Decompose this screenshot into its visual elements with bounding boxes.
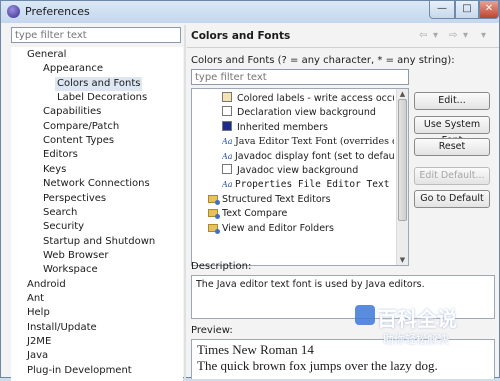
- use-system-font-button[interactable]: Use System Font: [414, 116, 490, 146]
- tree-item[interactable]: Startup and Shutdown: [43, 235, 155, 249]
- tree-item[interactable]: General: [27, 48, 66, 62]
- list-item-label: Javadoc view background: [237, 165, 359, 176]
- list-item-label: Structured Text Editors: [222, 193, 331, 205]
- description-text: The Java editor text font is used by Jav…: [196, 279, 425, 290]
- color-swatch-icon: [222, 120, 232, 131]
- list-item[interactable]: View and Editor Folders: [208, 222, 394, 236]
- color-swatch-icon: [222, 164, 232, 174]
- color-swatch-icon: [222, 92, 232, 102]
- tree-filter-input[interactable]: [11, 27, 181, 43]
- tree-item[interactable]: Compare/Patch: [43, 120, 119, 134]
- edit-button[interactable]: Edit...: [414, 92, 490, 110]
- list-item-label: Text Compare: [222, 208, 288, 220]
- preferences-window: Preferences — □ ✕ GeneralAppearanceColor…: [0, 0, 500, 381]
- description-label: Description:: [191, 261, 252, 272]
- forward-arrow-icon[interactable]: ⇨: [449, 30, 457, 41]
- preview-label: Preview:: [191, 325, 233, 336]
- list-item-label: Java Editor Text Font (overrides default…: [235, 136, 394, 148]
- preference-tree-panel: GeneralAppearanceColors and FontsLabel D…: [9, 25, 183, 381]
- colors-filter-input[interactable]: [191, 69, 409, 85]
- list-item-label: Colored labels - write access occurrer: [237, 93, 394, 104]
- minimize-button[interactable]: —: [429, 1, 455, 19]
- font-icon: Aa: [222, 137, 233, 147]
- tree-item[interactable]: Perspectives: [43, 192, 106, 206]
- back-arrow-icon[interactable]: ⇦: [419, 30, 427, 41]
- watermark-subtitle: 助你轻松解决: [383, 333, 449, 346]
- tree-item[interactable]: Editors: [43, 148, 78, 162]
- tree-item[interactable]: Content Types: [43, 134, 114, 148]
- color-swatch-icon: [222, 106, 232, 117]
- page-header: Colors and Fonts ⇦ ▾ ⇨ ▾ ▾: [187, 25, 499, 48]
- tree-item[interactable]: Workspace: [43, 263, 98, 277]
- tree-item[interactable]: Java: [27, 349, 48, 363]
- font-icon: Aa: [222, 180, 233, 190]
- scroll-up-icon[interactable]: ▲: [397, 89, 408, 99]
- list-item[interactable]: Structured Text Editors: [208, 193, 394, 207]
- list-item[interactable]: AaProperties File Editor Text Font: [222, 178, 394, 192]
- maximize-button[interactable]: □: [455, 1, 479, 19]
- list-item[interactable]: AaJavadoc display font (set to default: …: [222, 150, 394, 164]
- folder-icon: [208, 209, 220, 220]
- filter-hint-label: Colors and Fonts (? = any character, * =…: [191, 55, 455, 66]
- folder-icon: [208, 223, 220, 234]
- folder-icon: [208, 194, 220, 205]
- list-item[interactable]: Colored labels - write access occurrer: [222, 92, 394, 106]
- panel-splitter[interactable]: [184, 25, 186, 379]
- tree-item[interactable]: J2ME: [27, 335, 51, 349]
- forward-dropdown-icon[interactable]: ▾: [463, 30, 468, 41]
- tree-item[interactable]: Keys: [43, 163, 66, 177]
- tree-item[interactable]: Plug-in Development: [27, 364, 132, 378]
- tree-item[interactable]: Install/Update: [27, 321, 97, 335]
- tree-item[interactable]: Colors and Fonts: [55, 76, 143, 91]
- tree-item[interactable]: Capabilities: [43, 105, 101, 119]
- tree-item[interactable]: Appearance: [43, 62, 103, 76]
- list-item[interactable]: Text Compare: [208, 207, 394, 221]
- list-item[interactable]: Declaration view background: [222, 106, 394, 120]
- list-item-label: Declaration view background: [237, 107, 376, 119]
- reset-button[interactable]: Reset: [414, 138, 490, 156]
- font-icon: Aa: [222, 151, 233, 161]
- eclipse-icon: [7, 5, 20, 18]
- tree-item[interactable]: Search: [43, 206, 77, 220]
- tree-item[interactable]: Security: [43, 220, 84, 234]
- colors-fonts-list[interactable]: Colored labels - write access occurrer De…: [191, 88, 409, 266]
- tree-item[interactable]: Web Browser: [43, 249, 109, 263]
- close-button[interactable]: ✕: [479, 1, 499, 19]
- tree-item[interactable]: Ant: [27, 292, 44, 306]
- list-item-label: Properties File Editor Text Font: [235, 179, 394, 191]
- watermark-title: 百科全说: [377, 307, 457, 331]
- page-title: Colors and Fonts: [191, 30, 291, 42]
- preference-tree[interactable]: General Appearance Colors and Fonts Label D…: [11, 47, 183, 381]
- list-scrollbar[interactable]: ▲ ▼: [396, 89, 408, 265]
- list-item[interactable]: AaJava Editor Text Font (overrides defau…: [222, 135, 394, 149]
- tree-item[interactable]: Help: [27, 306, 50, 320]
- list-item-label: View and Editor Folders: [222, 222, 334, 234]
- tree-item[interactable]: Label Decorations: [57, 91, 147, 105]
- title-bar[interactable]: Preferences — □ ✕: [1, 1, 499, 23]
- list-item[interactable]: Javadoc view background: [222, 164, 394, 178]
- go-to-default-button[interactable]: Go to Default: [414, 190, 490, 208]
- edit-default-button[interactable]: Edit Default...: [414, 167, 490, 185]
- view-menu-icon[interactable]: ▾: [481, 30, 486, 41]
- tree-item[interactable]: Android: [27, 278, 66, 292]
- preview-line: The quick brown fox jumps over the lazy …: [197, 358, 438, 373]
- tree-item[interactable]: Network Connections: [43, 177, 150, 191]
- scroll-thumb[interactable]: [398, 99, 407, 221]
- watermark: 百科全说 助你轻松解决: [355, 303, 463, 355]
- window-title: Preferences: [25, 5, 90, 18]
- list-item[interactable]: Inherited members: [222, 120, 394, 135]
- watermark-logo-icon: [355, 305, 375, 325]
- list-item-label: Inherited members: [237, 121, 328, 133]
- list-item-label: Javadoc display font (set to default: D: [235, 150, 394, 162]
- scroll-down-icon[interactable]: ▼: [397, 255, 408, 265]
- back-dropdown-icon[interactable]: ▾: [433, 30, 438, 41]
